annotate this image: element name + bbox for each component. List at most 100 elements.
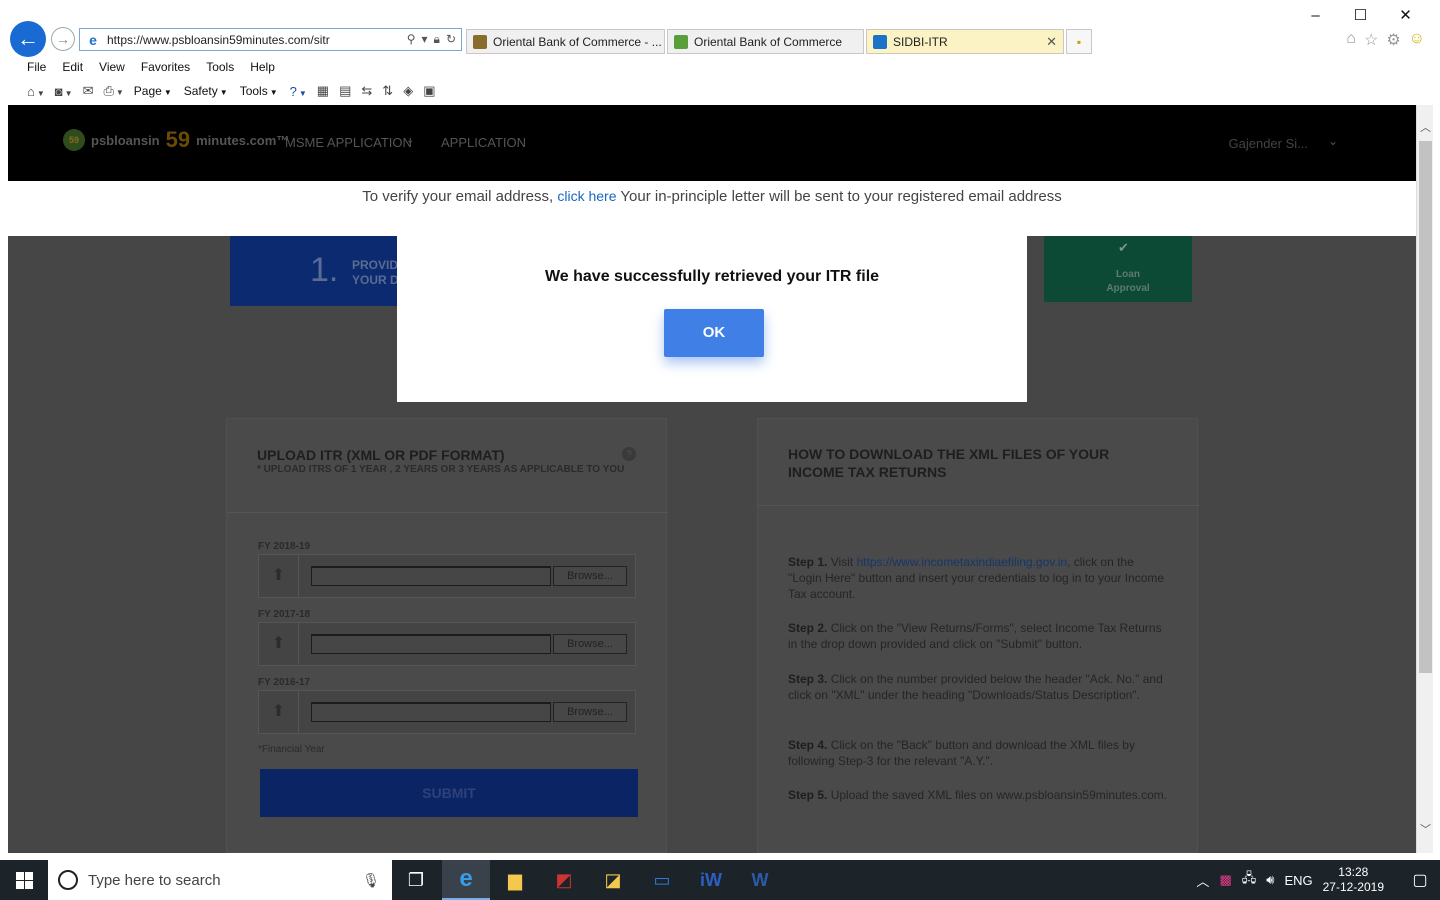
maximize-icon[interactable]: ☐ bbox=[1338, 4, 1383, 26]
iw-app-icon[interactable]: iW bbox=[687, 860, 735, 900]
tab-sidbi-itr[interactable]: SIDBI-ITR ✕ bbox=[866, 29, 1064, 54]
favicon-icon bbox=[873, 34, 887, 49]
language-indicator[interactable]: ENG bbox=[1284, 873, 1312, 888]
taskbar-search[interactable]: Type here to search 🎙︎ bbox=[48, 860, 392, 900]
file-path-input[interactable] bbox=[311, 634, 551, 654]
progress-step-1: 1. PROVID YOUR D bbox=[230, 236, 410, 306]
tab-oriental-bank-2[interactable]: Oriental Bank of Commerce bbox=[667, 29, 864, 54]
nav-msme-application[interactable]: MSME APPLICATION bbox=[285, 135, 412, 150]
safety-menu[interactable]: Safety ▼ bbox=[184, 84, 228, 98]
chevron-down-icon[interactable]: ⌄ bbox=[406, 135, 414, 146]
chevron-down-icon[interactable]: ⌄ bbox=[1328, 134, 1338, 148]
task-view-icon[interactable]: ❐ bbox=[392, 860, 440, 900]
microphone-icon[interactable]: 🎙︎ bbox=[362, 872, 380, 889]
home-icon[interactable]: ⌂ bbox=[1346, 30, 1356, 50]
network-icon[interactable]: 🖧︎ bbox=[1242, 869, 1257, 891]
read-mail-icon[interactable]: ✉ bbox=[83, 83, 94, 99]
favicon-icon bbox=[674, 34, 688, 49]
addon-icon[interactable]: ◈ bbox=[403, 83, 413, 99]
rss-feed-icon[interactable]: ◙ ▼ bbox=[55, 84, 73, 99]
chevron-up-icon[interactable]: ︿ bbox=[1196, 871, 1209, 890]
tools-menu[interactable]: Tools ▼ bbox=[240, 84, 278, 98]
tab-title: Oriental Bank of Commerce - ... bbox=[493, 34, 662, 49]
url-text[interactable]: https://www.psbloansin59minutes.com/sitr bbox=[107, 33, 407, 47]
feedback-smiley-icon[interactable]: ☺ bbox=[1409, 30, 1425, 50]
success-dialog: We have successfully retrieved your ITR … bbox=[397, 236, 1027, 402]
addon-icon[interactable]: ⇆ bbox=[361, 83, 372, 99]
home-icon[interactable]: ⌂ ▼ bbox=[27, 84, 45, 99]
address-bar[interactable]: e https://www.psbloansin59minutes.com/si… bbox=[79, 28, 462, 51]
file-path-input[interactable] bbox=[311, 566, 551, 586]
page-menu[interactable]: Page ▼ bbox=[134, 84, 172, 98]
lock-icon[interactable]: 🔒︎ bbox=[434, 32, 440, 47]
menu-bar: File Edit View Favorites Tools Help bbox=[0, 56, 1440, 78]
menu-favorites[interactable]: Favorites bbox=[141, 60, 190, 74]
menu-edit[interactable]: Edit bbox=[62, 60, 83, 74]
menu-view[interactable]: View bbox=[99, 60, 125, 74]
menu-file[interactable]: File bbox=[27, 60, 46, 74]
logo-text: psbloansin bbox=[91, 132, 160, 148]
logo-suffix: minutes.com™ bbox=[196, 132, 290, 148]
file-path-input[interactable] bbox=[311, 702, 551, 722]
gear-icon[interactable]: ⚙ bbox=[1386, 30, 1400, 50]
file-upload-row: ⬆ Browse... bbox=[258, 690, 636, 734]
logo-badge-icon: 59 bbox=[63, 129, 85, 151]
itr-site-link[interactable]: https://www.incometaxindiaefiling.gov.in bbox=[857, 555, 1068, 569]
addon-icon[interactable]: ⇅ bbox=[382, 83, 393, 99]
favorites-star-icon[interactable]: ☆ bbox=[1364, 30, 1378, 50]
step-label: Loan Approval bbox=[1106, 269, 1150, 294]
howto-step: Step 2. Click on the "View Returns/Forms… bbox=[788, 621, 1162, 651]
close-tab-icon[interactable]: ✕ bbox=[1038, 34, 1057, 50]
help-icon[interactable]: ? ▼ bbox=[290, 84, 307, 99]
scroll-down-icon[interactable]: ﹀ bbox=[1417, 821, 1434, 837]
addon-icon[interactable]: ▤ bbox=[339, 83, 351, 99]
windows-logo-icon bbox=[15, 871, 33, 889]
minimize-icon[interactable]: – bbox=[1293, 4, 1338, 26]
upload-itr-card: UPLOAD ITR (XML OR PDF FORMAT) * UPLOAD … bbox=[226, 418, 668, 853]
start-button[interactable] bbox=[0, 860, 48, 900]
menu-tools[interactable]: Tools bbox=[206, 60, 234, 74]
howto-xml-card: HOW TO DOWNLOAD THE XML FILES OF YOUR IN… bbox=[757, 418, 1199, 853]
favicon-icon bbox=[473, 34, 487, 49]
divider bbox=[227, 512, 668, 513]
print-icon[interactable]: ⎙ ▼ bbox=[103, 83, 123, 99]
app-tray-icon[interactable]: ▩ bbox=[1219, 872, 1231, 888]
vertical-scrollbar[interactable]: ︿ ﹀ bbox=[1416, 105, 1433, 853]
help-icon[interactable]: ? bbox=[622, 447, 636, 461]
clock-date: 27-12-2019 bbox=[1322, 880, 1384, 894]
dropdown-icon[interactable]: ▾ bbox=[422, 32, 428, 47]
system-tray: ︿ ▩ 🖧︎ 🔊︎ ENG 13:28 27-12-2019 ▢ bbox=[1196, 860, 1440, 900]
volume-icon[interactable]: 🔊︎ bbox=[1266, 872, 1274, 888]
browse-button[interactable]: Browse... bbox=[553, 566, 627, 586]
verify-link[interactable]: click here bbox=[557, 188, 616, 204]
clock[interactable]: 13:28 27-12-2019 bbox=[1323, 865, 1384, 895]
tab-oriental-bank-1[interactable]: Oriental Bank of Commerce - ... bbox=[466, 29, 665, 54]
new-tab-button[interactable]: ▪ bbox=[1066, 29, 1092, 54]
addon-icon[interactable]: ▣ bbox=[423, 83, 435, 99]
submit-button[interactable]: SUBMIT bbox=[260, 769, 638, 817]
internet-explorer-icon[interactable]: e bbox=[442, 860, 490, 900]
menu-help[interactable]: Help bbox=[250, 60, 275, 74]
user-name[interactable]: Gajender Si... bbox=[1229, 136, 1309, 151]
scroll-thumb[interactable] bbox=[1419, 141, 1432, 673]
forward-button[interactable]: → bbox=[51, 27, 75, 51]
browse-button[interactable]: Browse... bbox=[553, 702, 627, 722]
app-window-icon[interactable]: ▭ bbox=[638, 860, 686, 900]
file-upload-row: ⬆ Browse... bbox=[258, 554, 636, 598]
browse-button[interactable]: Browse... bbox=[553, 634, 627, 654]
sticky-app-icon[interactable]: ◪ bbox=[589, 860, 637, 900]
refresh-icon[interactable]: ↻ bbox=[446, 32, 456, 47]
close-window-icon[interactable]: ✕ bbox=[1383, 4, 1428, 26]
ok-button[interactable]: OK bbox=[664, 309, 764, 357]
nav-application[interactable]: APPLICATION bbox=[441, 135, 526, 150]
search-icon[interactable]: ⚲ bbox=[407, 32, 416, 47]
file-explorer-icon[interactable]: ▆ bbox=[491, 860, 539, 900]
addon-icon[interactable]: ▦ bbox=[317, 83, 329, 99]
notifications-icon[interactable]: ▢ bbox=[1400, 870, 1440, 890]
word-icon[interactable]: W bbox=[736, 860, 784, 900]
site-logo[interactable]: 59 psbloansin 59 minutes.com™ bbox=[63, 127, 289, 153]
app-icon[interactable]: ◩ bbox=[540, 860, 588, 900]
new-tab-icon: ▪ bbox=[1076, 34, 1082, 49]
back-button[interactable]: ← bbox=[10, 21, 46, 57]
scroll-up-icon[interactable]: ︿ bbox=[1417, 119, 1434, 135]
